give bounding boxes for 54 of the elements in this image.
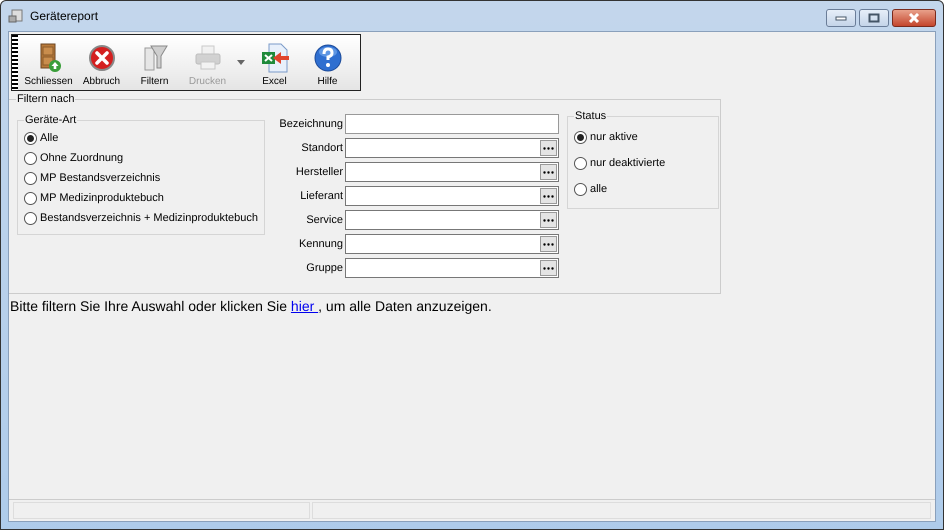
- input-field[interactable]: [345, 162, 559, 182]
- input-field[interactable]: [345, 186, 559, 206]
- radio-option[interactable]: Bestandsverzeichnis + Medizinproduktebuch: [24, 208, 258, 228]
- show-all-link[interactable]: hier: [290, 298, 318, 314]
- field-label: Lieferant: [299, 190, 343, 202]
- field-label: Service: [305, 214, 343, 226]
- minimize-icon: [835, 15, 847, 21]
- dropdown-arrow-icon[interactable]: [237, 60, 245, 65]
- ellipsis-icon: [543, 242, 554, 246]
- input-field[interactable]: [345, 114, 559, 134]
- ellipsis-icon: [543, 146, 554, 150]
- radio-option[interactable]: MP Medizinproduktebuch: [24, 188, 164, 208]
- toolbar-button[interactable]: Schliessen: [22, 35, 75, 90]
- group-title: Status: [574, 110, 608, 122]
- minimize-button[interactable]: [826, 9, 856, 27]
- maximize-icon: [868, 13, 880, 23]
- toolbar-button[interactable]: Hilfe: [301, 35, 354, 90]
- toolbar-button[interactable]: Filtern: [128, 35, 181, 90]
- close-button[interactable]: [892, 9, 936, 27]
- browse-button[interactable]: [540, 236, 557, 252]
- field-label: Hersteller: [294, 166, 343, 178]
- radio-option[interactable]: nur aktive: [574, 124, 638, 150]
- radio-option[interactable]: nur deaktivierte: [574, 150, 666, 176]
- group-title: Geräte-Art: [24, 114, 78, 126]
- browse-button[interactable]: [540, 164, 557, 180]
- browse-button[interactable]: [540, 188, 557, 204]
- input-field[interactable]: [345, 210, 559, 230]
- radio-option[interactable]: Ohne Zuordnung: [24, 148, 124, 168]
- field-label: Gruppe: [305, 262, 343, 274]
- radio-option[interactable]: alle: [574, 176, 608, 202]
- radio-option[interactable]: Alle: [24, 128, 58, 148]
- browse-button[interactable]: [540, 140, 557, 156]
- browse-button[interactable]: [540, 212, 557, 228]
- field-label: Bezeichnung: [278, 118, 343, 130]
- close-icon: [907, 13, 921, 23]
- toolbar-button[interactable]: Excel: [248, 35, 301, 90]
- browse-button[interactable]: [540, 260, 557, 276]
- toolbar-button[interactable]: Abbruch: [75, 35, 128, 90]
- input-field[interactable]: [345, 138, 559, 158]
- field-label: Kennung: [298, 238, 343, 250]
- input-field[interactable]: [345, 258, 559, 278]
- ellipsis-icon: [543, 170, 554, 174]
- input-field[interactable]: [345, 234, 559, 254]
- maximize-button[interactable]: [859, 9, 889, 27]
- ellipsis-icon: [543, 218, 554, 222]
- help-icon: [312, 42, 344, 74]
- panel-title: Filtern nach: [16, 93, 76, 105]
- radio-option[interactable]: MP Bestandsverzeichnis: [24, 168, 160, 188]
- app-icon: [8, 8, 24, 24]
- window-title: Gerätereport: [30, 9, 100, 23]
- hint-text: Bitte filtern Sie Ihre Auswahl oder klicken Sie hier , um alle Daten anzuzeigen.: [10, 298, 493, 314]
- field-label: Standort: [300, 142, 343, 154]
- ellipsis-icon: [543, 194, 554, 198]
- ellipsis-icon: [543, 266, 554, 270]
